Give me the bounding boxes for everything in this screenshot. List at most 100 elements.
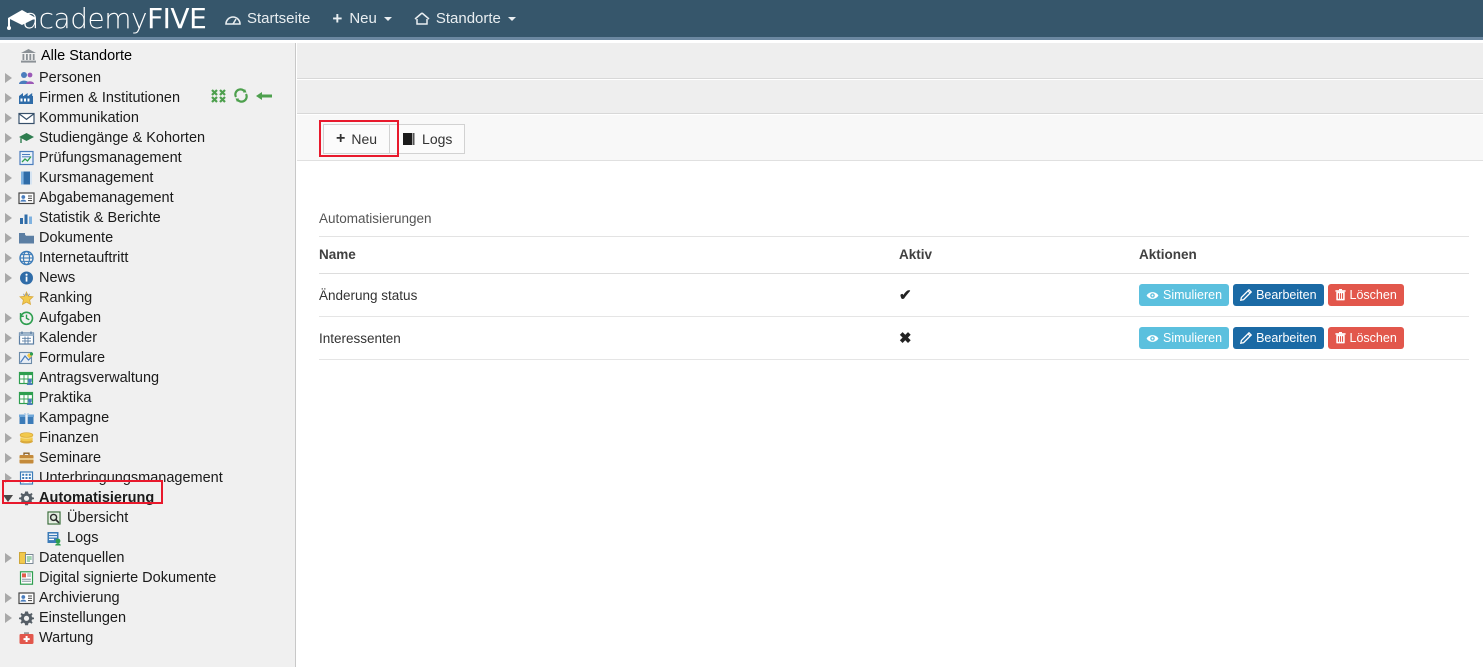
sidebar-item-statistik-berichte[interactable]: Statistik & Berichte	[0, 208, 295, 228]
navitem-label: Neu	[349, 10, 377, 27]
main-content: + Neu Logs Automatisierungen Name Aktiv …	[297, 43, 1483, 667]
sidebar-item-label: Prüfungsmanagement	[39, 150, 182, 166]
sidebar-item-prüfungsmanagement[interactable]: Prüfungsmanagement	[0, 148, 295, 168]
sidebar-item-automatisierung[interactable]: Automatisierung	[0, 488, 295, 508]
navitem-neu[interactable]: + Neu	[321, 0, 402, 39]
sidebar-item-news[interactable]: News	[0, 268, 295, 288]
sidebar-item-kursmanagement[interactable]: Kursmanagement	[0, 168, 295, 188]
sidebar-item-label: Logs	[67, 530, 99, 546]
sidebar-item-finanzen[interactable]: Finanzen	[0, 428, 295, 448]
sidebar-item-dokumente[interactable]: Dokumente	[0, 228, 295, 248]
sidebar-item-praktika[interactable]: Praktika	[0, 388, 295, 408]
logs-button[interactable]: Logs	[389, 125, 465, 153]
tree-arrow-kursmanagement[interactable]	[0, 173, 16, 183]
navitem-startseite[interactable]: Startseite	[214, 0, 321, 39]
envelope-icon	[16, 109, 36, 127]
sidebar-item-label: Einstellungen	[39, 610, 127, 626]
navitem-label: Standorte	[435, 10, 501, 27]
sidebar-item-abgabemanagement[interactable]: Abgabemanagement	[0, 188, 295, 208]
tree-arrow-formulare[interactable]	[0, 353, 16, 363]
sidebar-item-aufgaben[interactable]: Aufgaben	[0, 308, 295, 328]
sidebar-item-archivierung[interactable]: Archivierung	[0, 588, 295, 608]
simulate-button[interactable]: Simulieren	[1139, 327, 1230, 349]
data-source-icon	[16, 549, 36, 567]
tree-arrow-antragsverwaltung[interactable]	[0, 373, 16, 383]
sidebar-item-datenquellen[interactable]: Datenquellen	[0, 548, 295, 568]
tree-arrow-studiengänge-kohorten[interactable]	[0, 133, 16, 143]
sidebar-item-unterbringungsmanagement[interactable]: Unterbringungsmanagement	[0, 468, 295, 488]
tree-arrow-praktika[interactable]	[0, 393, 16, 403]
trash-icon	[1334, 332, 1346, 344]
cross-icon: ✖	[899, 330, 912, 347]
sidebar-item-digital-signierte-dokumente[interactable]: Digital signierte Dokumente	[0, 568, 295, 588]
folder-icon	[16, 229, 36, 247]
navitem-standorte[interactable]: Standorte	[403, 0, 527, 39]
tree-arrow-kalender[interactable]	[0, 333, 16, 343]
tree-arrow-automatisierung[interactable]	[0, 494, 16, 502]
sidebar-item-firmen-institutionen[interactable]: Firmen & Institutionen	[0, 88, 295, 108]
new-button[interactable]: + Neu	[324, 125, 390, 153]
sidebar-item-antragsverwaltung[interactable]: Antragsverwaltung	[0, 368, 295, 388]
logs-icon	[44, 529, 64, 547]
tree-arrow-kampagne[interactable]	[0, 413, 16, 423]
pencil-icon	[1240, 289, 1253, 301]
table-row: Interessenten ✖ Simulieren Bearbeiten Lösche…	[319, 316, 1469, 360]
tree-arrow-news[interactable]	[0, 273, 16, 283]
gift-icon	[16, 409, 36, 427]
simulate-button[interactable]: Simulieren	[1139, 284, 1230, 306]
sidebar-item-label: Antragsverwaltung	[39, 370, 160, 386]
sidebar-item-kalender[interactable]: Kalender	[0, 328, 295, 348]
sidebar-item-label: Dokumente	[39, 230, 114, 246]
tree-arrow-dokumente[interactable]	[0, 233, 16, 243]
tree-arrow-finanzen[interactable]	[0, 433, 16, 443]
delete-button[interactable]: Löschen	[1327, 284, 1404, 306]
sidebar-item-label: Abgabemanagement	[39, 190, 174, 206]
sidebar-item-personen[interactable]: Personen	[0, 68, 295, 88]
tree-arrow-statistik-berichte[interactable]	[0, 213, 16, 223]
tree-arrow-abgabemanagement[interactable]	[0, 193, 16, 203]
edit-button[interactable]: Bearbeiten	[1233, 284, 1324, 306]
column-header-aktiv: Aktiv	[899, 237, 1139, 274]
signed-document-icon	[16, 569, 36, 587]
sidebar-item-formulare[interactable]: Formulare	[0, 348, 295, 368]
sidebar-item-label: Finanzen	[39, 430, 99, 446]
bank-icon	[18, 47, 38, 65]
tree-arrow-unterbringungsmanagement[interactable]	[0, 473, 16, 483]
tree-arrow-einstellungen[interactable]	[0, 613, 16, 623]
sidebar-item-ranking[interactable]: Ranking	[0, 288, 295, 308]
sidebar-item-übersicht[interactable]: Übersicht	[0, 508, 295, 528]
sidebar-item-alle-standorte[interactable]: Alle Standorte	[0, 45, 295, 67]
building-icon	[16, 469, 36, 487]
tree-arrow-seminare[interactable]	[0, 453, 16, 463]
tree-arrow-archivierung[interactable]	[0, 593, 16, 603]
sidebar-item-label: Datenquellen	[39, 550, 125, 566]
trash-icon	[1334, 289, 1346, 301]
sidebar-item-studiengänge-kohorten[interactable]: Studiengänge & Kohorten	[0, 128, 295, 148]
sidebar-item-wartung[interactable]: Wartung	[0, 628, 295, 648]
tree-arrow-personen[interactable]	[0, 73, 16, 83]
delete-button[interactable]: Löschen	[1327, 327, 1404, 349]
sidebar-item-label: Wartung	[39, 630, 94, 646]
tree-arrow-firmen-institutionen[interactable]	[0, 93, 16, 103]
sidebar-tree[interactable]: Alle Standorte Personen Firmen & Institu…	[0, 43, 296, 667]
tree-arrow-internetauftritt[interactable]	[0, 253, 16, 263]
sidebar-item-logs[interactable]: Logs	[0, 528, 295, 548]
sidebar-item-seminare[interactable]: Seminare	[0, 448, 295, 468]
action-label: Löschen	[1349, 331, 1397, 345]
cell-aktionen: Simulieren Bearbeiten Löschen	[1139, 273, 1469, 317]
tree-arrow-kommunikation[interactable]	[0, 113, 16, 123]
content-toolbar: + Neu Logs	[297, 115, 1483, 161]
sidebar-item-label: Formulare	[39, 350, 106, 366]
tree-arrow-datenquellen[interactable]	[0, 553, 16, 563]
home-icon	[414, 11, 430, 26]
sidebar-item-kampagne[interactable]: Kampagne	[0, 408, 295, 428]
sidebar-item-internetauftritt[interactable]: Internetauftritt	[0, 248, 295, 268]
tree-arrow-prüfungsmanagement[interactable]	[0, 153, 16, 163]
cell-aktiv: ✔	[899, 273, 1139, 317]
tree-arrow-aufgaben[interactable]	[0, 313, 16, 323]
app-logo[interactable]: academyFIVE	[0, 0, 214, 39]
sidebar-item-kommunikation[interactable]: Kommunikation	[0, 108, 295, 128]
edit-button[interactable]: Bearbeiten	[1233, 327, 1324, 349]
sidebar-item-einstellungen[interactable]: Einstellungen	[0, 608, 295, 628]
brand-suffix: FIVE	[147, 1, 207, 35]
